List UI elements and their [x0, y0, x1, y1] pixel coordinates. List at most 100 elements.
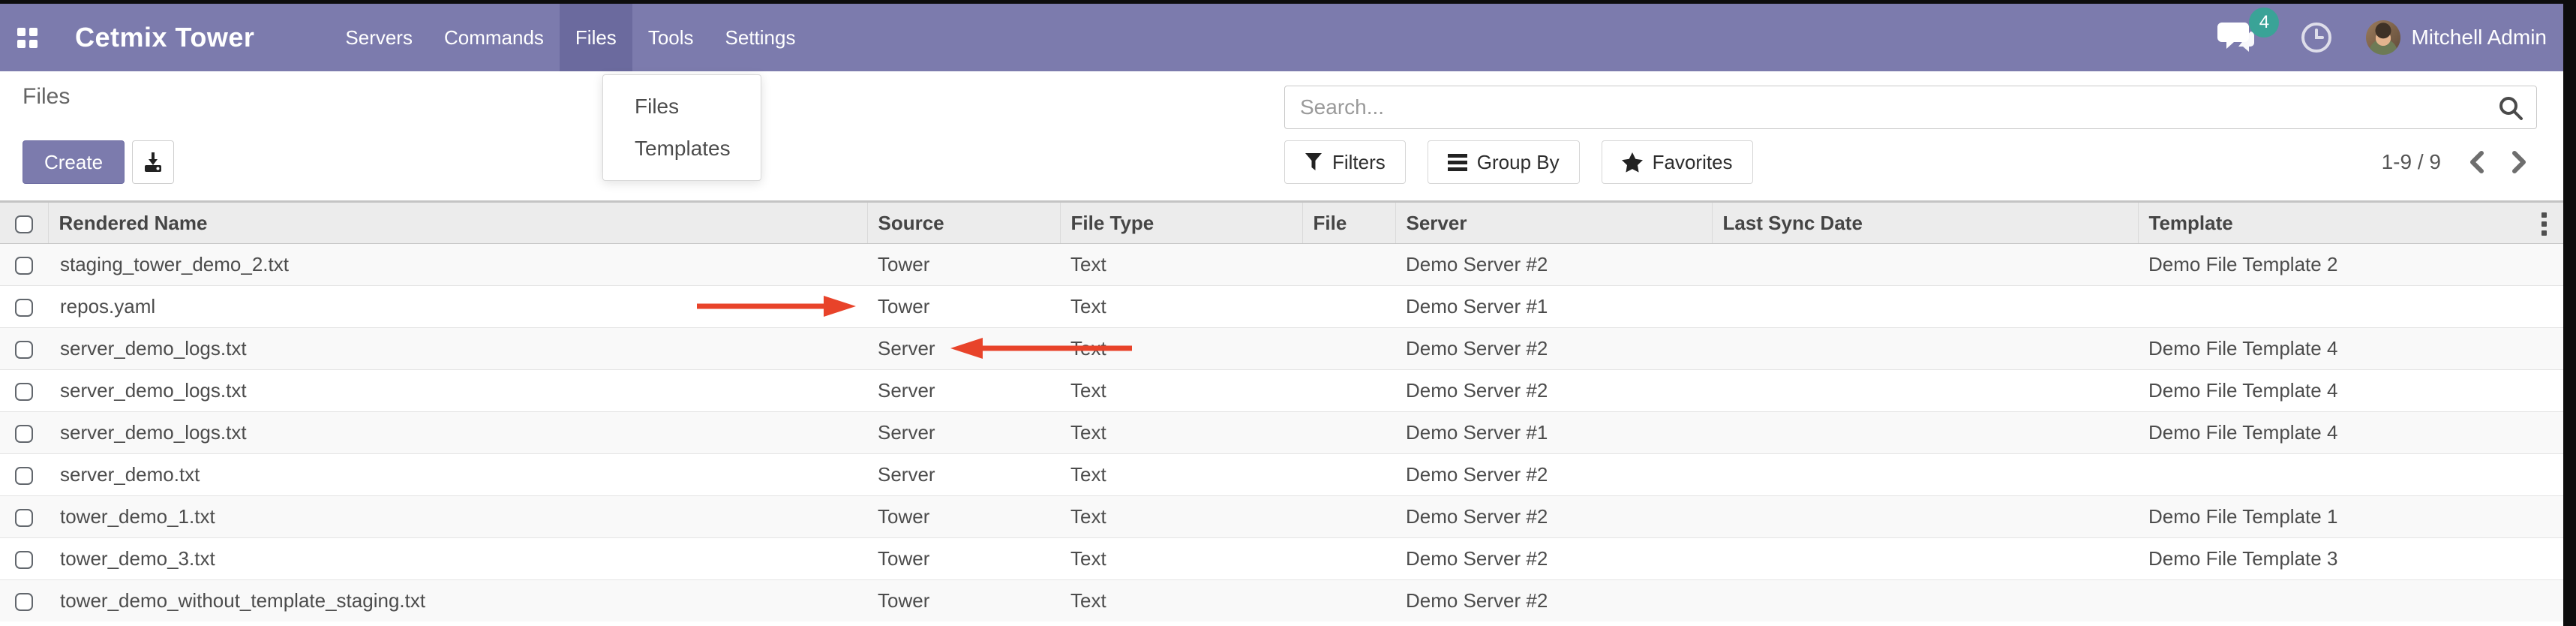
cell-source[interactable]: Server — [867, 454, 1060, 496]
table-row[interactable]: repos.yamlTowerText Demo Server #1 — [0, 286, 2563, 328]
dropdown-item-files[interactable]: Files — [603, 86, 761, 128]
row-checkbox[interactable] — [15, 425, 33, 443]
cell-server[interactable]: Demo Server #1 — [1395, 412, 1712, 454]
table-row[interactable]: staging_tower_demo_2.txtTowerText Demo Se… — [0, 244, 2563, 286]
cell-server[interactable]: Demo Server #2 — [1395, 538, 1712, 580]
table-row[interactable]: server_demo_logs.txtServerText Demo Serve… — [0, 328, 2563, 370]
cell-file[interactable] — [1302, 328, 1395, 370]
brand-title[interactable]: Cetmix Tower — [75, 4, 254, 71]
cell-last-sync-date[interactable] — [1712, 328, 2138, 370]
cell-file-type[interactable]: Text — [1060, 412, 1302, 454]
cell-file-type[interactable]: Text — [1060, 580, 1302, 622]
cell-file[interactable] — [1302, 580, 1395, 622]
cell-rendered-name[interactable]: server_demo_logs.txt — [48, 412, 867, 454]
cell-server[interactable]: Demo Server #2 — [1395, 244, 1712, 286]
table-row[interactable]: tower_demo_3.txtTowerTextDemo Server #2D… — [0, 538, 2563, 580]
cell-last-sync-date[interactable] — [1712, 496, 2138, 538]
export-button[interactable] — [132, 140, 174, 184]
cell-server[interactable]: Demo Server #2 — [1395, 328, 1712, 370]
pager-next-button[interactable] — [2511, 151, 2528, 173]
row-checkbox[interactable] — [15, 509, 33, 527]
table-row[interactable]: tower_demo_without_template_staging.txtT… — [0, 580, 2563, 622]
cell-last-sync-date[interactable] — [1712, 286, 2138, 328]
user-menu[interactable]: Mitchell Admin — [2411, 26, 2547, 50]
column-header-last-sync-date[interactable]: Last Sync Date — [1712, 202, 2138, 244]
cell-file-type[interactable]: Text — [1060, 328, 1302, 370]
cell-source[interactable]: Tower — [867, 538, 1060, 580]
column-header-server[interactable]: Server — [1395, 202, 1712, 244]
table-row[interactable]: server_demo_logs.txtServerTextDemo Serve… — [0, 370, 2563, 412]
pager-previous-button[interactable] — [2468, 151, 2484, 173]
cell-source[interactable]: Tower — [867, 496, 1060, 538]
cell-file[interactable] — [1302, 538, 1395, 580]
table-row[interactable]: server_demo.txtServerTextDemo Server #2 — [0, 454, 2563, 496]
row-checkbox[interactable] — [15, 383, 33, 401]
cell-rendered-name[interactable]: tower_demo_1.txt — [48, 496, 867, 538]
apps-menu-button[interactable] — [0, 4, 38, 71]
cell-rendered-name[interactable]: server_demo_logs.txt — [48, 328, 867, 370]
cell-rendered-name[interactable]: staging_tower_demo_2.txt — [48, 244, 867, 286]
cell-file[interactable] — [1302, 496, 1395, 538]
cell-rendered-name[interactable]: server_demo.txt — [48, 454, 867, 496]
create-button[interactable]: Create — [23, 140, 125, 184]
cell-source[interactable]: Server — [867, 328, 1060, 370]
cell-template[interactable]: Demo File Template 4 — [2138, 412, 2563, 454]
column-header-file-type[interactable]: File Type — [1060, 202, 1302, 244]
table-row[interactable]: tower_demo_1.txtTowerText Demo Server #2 D… — [0, 496, 2563, 538]
column-header-source[interactable]: Source — [867, 202, 1060, 244]
group-by-button[interactable]: Group By — [1428, 140, 1580, 184]
cell-server[interactable]: Demo Server #1 — [1395, 286, 1712, 328]
column-header-rendered-name[interactable]: Rendered Name — [48, 202, 867, 244]
cell-file-type[interactable]: Text — [1060, 496, 1302, 538]
favorites-button[interactable]: Favorites — [1602, 140, 1753, 184]
row-checkbox[interactable] — [15, 341, 33, 359]
cell-file-type[interactable]: Text — [1060, 286, 1302, 328]
cell-rendered-name[interactable]: tower_demo_3.txt — [48, 538, 867, 580]
cell-rendered-name[interactable]: repos.yaml — [48, 286, 867, 328]
cell-server[interactable]: Demo Server #2 — [1395, 496, 1712, 538]
cell-last-sync-date[interactable] — [1712, 370, 2138, 412]
cell-file-type[interactable]: Text — [1060, 454, 1302, 496]
cell-template[interactable]: Demo File Template 4 — [2138, 328, 2563, 370]
cell-template[interactable]: Demo File Template 2 — [2138, 244, 2563, 286]
filters-button[interactable]: Filters — [1284, 140, 1406, 184]
cell-last-sync-date[interactable] — [1712, 538, 2138, 580]
cell-source[interactable]: Tower — [867, 580, 1060, 622]
column-header-file[interactable]: File — [1302, 202, 1395, 244]
cell-template[interactable]: Demo File Template 4 — [2138, 370, 2563, 412]
cell-template[interactable] — [2138, 580, 2563, 622]
messages-button[interactable]: 4 — [2217, 20, 2256, 56]
column-header-template[interactable]: Template — [2138, 202, 2563, 244]
cell-file-type[interactable]: Text — [1060, 370, 1302, 412]
row-checkbox[interactable] — [15, 257, 33, 275]
cell-template[interactable] — [2138, 286, 2563, 328]
table-row[interactable]: server_demo_logs.txtServerTextDemo Serve… — [0, 412, 2563, 454]
cell-source[interactable]: Tower — [867, 244, 1060, 286]
row-checkbox[interactable] — [15, 467, 33, 485]
search-input[interactable] — [1285, 86, 2536, 128]
nav-item-servers[interactable]: Servers — [329, 4, 428, 71]
search-icon[interactable] — [2497, 95, 2524, 125]
cell-source[interactable]: Tower — [867, 286, 1060, 328]
cell-file-type[interactable]: Text — [1060, 538, 1302, 580]
dropdown-item-templates[interactable]: Templates — [603, 128, 761, 170]
nav-item-files[interactable]: Files — [560, 4, 632, 71]
optional-columns-toggle[interactable] — [2541, 212, 2547, 236]
nav-item-commands[interactable]: Commands — [428, 4, 560, 71]
cell-file-type[interactable]: Text — [1060, 244, 1302, 286]
user-avatar[interactable] — [2366, 20, 2400, 55]
cell-server[interactable]: Demo Server #2 — [1395, 370, 1712, 412]
cell-file[interactable] — [1302, 370, 1395, 412]
row-checkbox[interactable] — [15, 551, 33, 569]
activities-button[interactable] — [2300, 21, 2333, 54]
select-all-checkbox[interactable] — [15, 215, 33, 233]
cell-source[interactable]: Server — [867, 370, 1060, 412]
nav-item-settings[interactable]: Settings — [710, 4, 812, 71]
cell-file[interactable] — [1302, 244, 1395, 286]
cell-file[interactable] — [1302, 454, 1395, 496]
cell-file[interactable] — [1302, 286, 1395, 328]
cell-file[interactable] — [1302, 412, 1395, 454]
nav-item-tools[interactable]: Tools — [632, 4, 710, 71]
cell-template[interactable]: Demo File Template 1 — [2138, 496, 2563, 538]
cell-last-sync-date[interactable] — [1712, 454, 2138, 496]
